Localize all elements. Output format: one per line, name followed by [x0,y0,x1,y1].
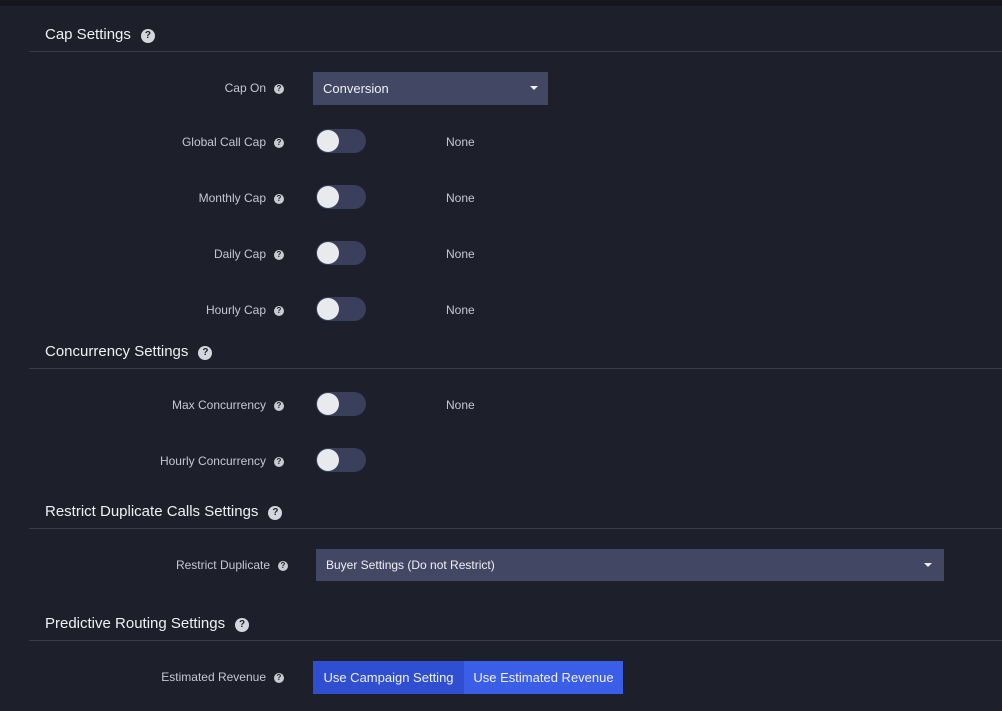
global-call-cap-label: Global Call Cap [181,135,266,149]
hourly-cap-label-wrap: Hourly Cap? [206,303,284,317]
hourly-concurrency-label: Hourly Concurrency [159,454,266,468]
global-call-cap-toggle[interactable] [316,129,366,153]
caret-down-icon [924,563,932,567]
concurrency-settings-title: Concurrency Settings [45,343,189,360]
hourly-cap-toggle[interactable] [316,297,366,321]
max-concurrency-toggle[interactable] [316,392,366,416]
max-concurrency-label-wrap: Max Concurrency? [172,398,284,412]
restrict-duplicate-label: Restrict Duplicate [175,558,270,572]
question-circle-icon[interactable]: ? [274,138,284,148]
toggle-knob [317,449,339,471]
hourly-concurrency-label-wrap: Hourly Concurrency? [160,454,284,468]
hourly-concurrency-toggle[interactable] [316,448,366,472]
max-concurrency-value: None [446,398,475,412]
toggle-knob [317,298,339,320]
toggle-knob [317,393,339,415]
question-circle-icon[interactable]: ? [274,194,284,204]
question-circle-icon[interactable]: ? [198,346,213,360]
use-estimated-revenue-button[interactable]: Use Estimated Revenue [464,661,623,694]
hourly-cap-value: None [446,303,475,317]
daily-cap-value: None [446,247,475,261]
restrict-duplicate-header: Restrict Duplicate Calls Settings? [29,490,1002,529]
daily-cap-label-wrap: Daily Cap? [214,247,284,261]
monthly-cap-toggle[interactable] [316,185,366,209]
question-circle-icon[interactable]: ? [274,84,284,94]
predictive-routing-title: Predictive Routing Settings [45,615,226,632]
question-circle-icon[interactable]: ? [140,29,155,43]
restrict-duplicate-value: Buyer Settings (Do not Restrict) [326,558,495,572]
caret-down-icon [530,86,538,90]
question-circle-icon[interactable]: ? [274,457,284,467]
restrict-duplicate-label-wrap: Restrict Duplicate? [176,558,288,572]
cap-settings-title: Cap Settings [45,26,131,43]
question-circle-icon[interactable]: ? [268,506,283,520]
monthly-cap-label: Monthly Cap [198,191,266,205]
question-circle-icon[interactable]: ? [278,561,288,571]
global-call-cap-value: None [446,135,475,149]
estimated-revenue-label-wrap: Estimated Revenue? [161,670,284,684]
cap-on-label: Cap On [224,81,266,95]
hourly-cap-label: Hourly Cap [205,303,266,317]
toggle-knob [317,242,339,264]
question-circle-icon[interactable]: ? [235,618,250,632]
daily-cap-toggle[interactable] [316,241,366,265]
monthly-cap-label-wrap: Monthly Cap? [199,191,284,205]
toggle-knob [317,130,339,152]
cap-on-select[interactable]: Conversion [313,72,548,105]
question-circle-icon[interactable]: ? [274,250,284,260]
global-call-cap-label-wrap: Global Call Cap? [182,135,284,149]
concurrency-settings-header: Concurrency Settings? [29,330,1002,369]
question-circle-icon[interactable]: ? [274,401,284,411]
concurrency-settings-title-wrap: Concurrency Settings? [45,343,213,360]
restrict-duplicate-title: Restrict Duplicate Calls Settings [45,503,259,520]
predictive-routing-header: Predictive Routing Settings? [29,602,1002,641]
restrict-duplicate-select[interactable]: Buyer Settings (Do not Restrict) [316,549,944,581]
monthly-cap-value: None [446,191,475,205]
toggle-knob [317,186,339,208]
restrict-duplicate-title-wrap: Restrict Duplicate Calls Settings? [45,503,283,520]
predictive-routing-title-wrap: Predictive Routing Settings? [45,615,250,632]
cap-settings-title-wrap: Cap Settings? [45,26,155,43]
cap-on-value: Conversion [323,81,389,96]
cap-on-label-wrap: Cap On? [225,81,284,95]
cap-settings-header: Cap Settings? [29,0,1002,52]
question-circle-icon[interactable]: ? [274,673,284,683]
daily-cap-label: Daily Cap [213,247,266,261]
estimated-revenue-label: Estimated Revenue [161,670,266,684]
question-circle-icon[interactable]: ? [274,306,284,316]
use-campaign-setting-button[interactable]: Use Campaign Setting [313,661,464,694]
cap-settings-page: Cap Settings? Cap On? Conversion Global … [0,0,1002,711]
max-concurrency-label: Max Concurrency [171,398,266,412]
